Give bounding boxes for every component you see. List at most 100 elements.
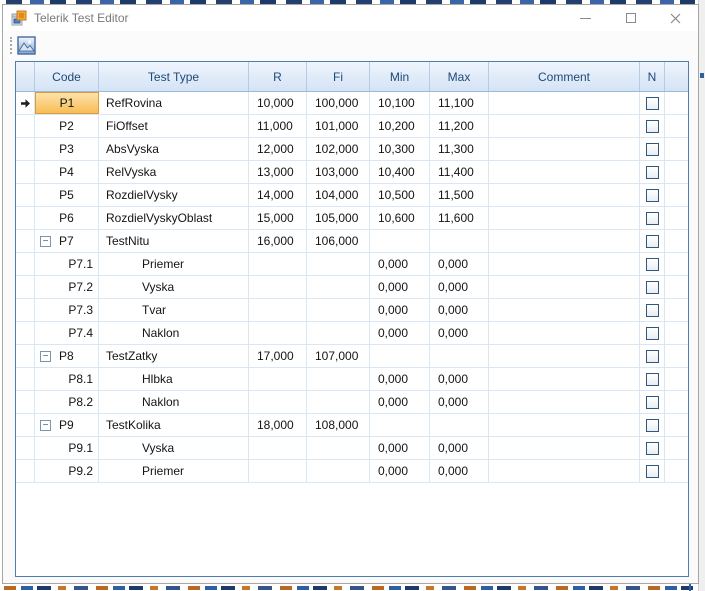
n-checkbox[interactable] (645, 165, 659, 179)
fi-cell[interactable] (307, 368, 370, 390)
r-cell[interactable]: 12,000 (249, 138, 307, 160)
code-cell[interactable]: P7.3 (35, 299, 99, 321)
n-checkbox[interactable] (645, 119, 659, 133)
n-cell[interactable] (640, 207, 665, 229)
r-cell[interactable]: 15,000 (249, 207, 307, 229)
image-button[interactable] (16, 35, 37, 56)
max-cell[interactable]: 11,300 (430, 138, 489, 160)
n-checkbox[interactable] (645, 257, 659, 271)
min-cell[interactable]: 10,500 (370, 184, 430, 206)
collapse-button[interactable]: − (40, 419, 51, 431)
code-cell[interactable]: P7.4 (35, 322, 99, 344)
test-type-cell[interactable]: AbsVyska (99, 138, 249, 160)
code-cell[interactable]: P9.2 (35, 460, 99, 482)
column-header-r[interactable]: R (249, 62, 307, 91)
max-cell[interactable]: 11,600 (430, 207, 489, 229)
max-cell[interactable] (430, 414, 489, 436)
row-header-cell[interactable] (16, 230, 35, 252)
n-cell[interactable] (640, 161, 665, 183)
row-header-cell[interactable] (16, 92, 35, 114)
row-header-cell[interactable] (16, 299, 35, 321)
row-header-cell[interactable] (16, 345, 35, 367)
row-header-cell[interactable] (16, 138, 35, 160)
n-checkbox[interactable] (645, 188, 659, 202)
test-type-cell[interactable]: RozdielVysky (99, 184, 249, 206)
test-type-cell[interactable]: FiOffset (99, 115, 249, 137)
min-cell[interactable]: 10,300 (370, 138, 430, 160)
n-cell[interactable] (640, 368, 665, 390)
fi-cell[interactable]: 106,000 (307, 230, 370, 252)
test-type-cell[interactable]: Vyska (99, 437, 249, 459)
comment-cell[interactable] (489, 115, 640, 137)
close-button[interactable] (653, 5, 698, 31)
comment-cell[interactable] (489, 138, 640, 160)
fi-cell[interactable] (307, 276, 370, 298)
n-checkbox[interactable] (645, 464, 659, 478)
n-cell[interactable] (640, 92, 665, 114)
comment-cell[interactable] (489, 207, 640, 229)
min-cell[interactable]: 0,000 (370, 322, 430, 344)
r-cell[interactable] (249, 299, 307, 321)
code-cell[interactable]: − P7 (35, 230, 99, 252)
code-cell[interactable]: P5 (35, 184, 99, 206)
min-cell[interactable]: 10,200 (370, 115, 430, 137)
r-cell[interactable] (249, 460, 307, 482)
fi-cell[interactable]: 105,000 (307, 207, 370, 229)
row-header-cell[interactable] (16, 437, 35, 459)
n-checkbox[interactable] (645, 303, 659, 317)
max-cell[interactable]: 0,000 (430, 322, 489, 344)
code-cell[interactable]: P8.1 (35, 368, 99, 390)
max-cell[interactable]: 11,100 (430, 92, 489, 114)
row-header-cell[interactable] (16, 391, 35, 413)
min-cell[interactable]: 0,000 (370, 368, 430, 390)
n-checkbox[interactable] (645, 96, 659, 110)
column-header-min[interactable]: Min (370, 62, 430, 91)
n-cell[interactable] (640, 115, 665, 137)
min-cell[interactable]: 0,000 (370, 253, 430, 275)
row-header-cell[interactable] (16, 368, 35, 390)
r-cell[interactable] (249, 322, 307, 344)
max-cell[interactable]: 0,000 (430, 460, 489, 482)
r-cell[interactable] (249, 368, 307, 390)
collapse-button[interactable]: − (40, 350, 51, 362)
n-cell[interactable] (640, 230, 665, 252)
n-cell[interactable] (640, 345, 665, 367)
comment-cell[interactable] (489, 322, 640, 344)
row-header-cell[interactable] (16, 322, 35, 344)
n-checkbox[interactable] (645, 234, 659, 248)
min-cell[interactable]: 0,000 (370, 276, 430, 298)
comment-cell[interactable] (489, 437, 640, 459)
max-cell[interactable]: 11,500 (430, 184, 489, 206)
code-cell[interactable]: P3 (35, 138, 99, 160)
fi-cell[interactable] (307, 437, 370, 459)
n-cell[interactable] (640, 460, 665, 482)
max-cell[interactable]: 0,000 (430, 437, 489, 459)
n-cell[interactable] (640, 276, 665, 298)
code-cell[interactable]: P6 (35, 207, 99, 229)
test-type-cell[interactable]: RefRovina (99, 92, 249, 114)
toolbar-grip[interactable] (10, 37, 12, 54)
code-cell[interactable]: − P8 (35, 345, 99, 367)
comment-cell[interactable] (489, 253, 640, 275)
comment-cell[interactable] (489, 92, 640, 114)
n-checkbox[interactable] (645, 211, 659, 225)
code-cell[interactable]: P4 (35, 161, 99, 183)
n-checkbox[interactable] (645, 349, 659, 363)
max-cell[interactable] (430, 230, 489, 252)
test-type-cell[interactable]: Tvar (99, 299, 249, 321)
fi-cell[interactable]: 104,000 (307, 184, 370, 206)
comment-cell[interactable] (489, 368, 640, 390)
maximize-button[interactable] (608, 5, 653, 31)
row-header-cell[interactable] (16, 414, 35, 436)
fi-cell[interactable]: 102,000 (307, 138, 370, 160)
r-cell[interactable] (249, 276, 307, 298)
n-checkbox[interactable] (645, 418, 659, 432)
r-cell[interactable]: 18,000 (249, 414, 307, 436)
test-type-cell[interactable]: TestZatky (99, 345, 249, 367)
n-checkbox[interactable] (645, 372, 659, 386)
r-cell[interactable]: 17,000 (249, 345, 307, 367)
row-header-cell[interactable] (16, 207, 35, 229)
row-header-cell[interactable] (16, 253, 35, 275)
code-cell[interactable]: P2 (35, 115, 99, 137)
fi-cell[interactable]: 108,000 (307, 414, 370, 436)
